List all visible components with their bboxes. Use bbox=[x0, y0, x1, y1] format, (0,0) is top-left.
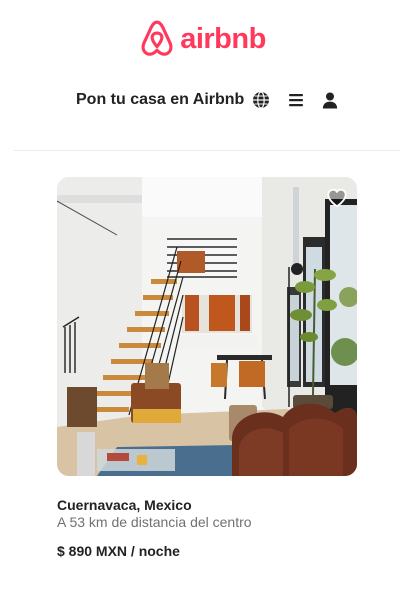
user-icon[interactable] bbox=[320, 90, 340, 110]
listing-card[interactable]: Cuernavaca, Mexico A 53 km de distancia … bbox=[57, 177, 357, 559]
header-divider bbox=[14, 150, 400, 151]
globe-icon[interactable] bbox=[251, 90, 271, 110]
listing-photo[interactable] bbox=[57, 177, 357, 476]
heart-outline-icon[interactable] bbox=[326, 187, 348, 209]
host-your-home-link[interactable]: Pon tu casa en Airbnb bbox=[76, 91, 244, 109]
listing-photo-image bbox=[57, 177, 357, 476]
listing-location: Cuernavaca, Mexico bbox=[57, 497, 192, 513]
airbnb-logo-icon bbox=[141, 20, 173, 56]
airbnb-logo[interactable]: airbnb bbox=[0, 20, 406, 58]
menu-icon[interactable] bbox=[286, 90, 306, 110]
listing-distance: A 53 km de distancia del centro bbox=[57, 514, 252, 530]
top-nav: Pon tu casa en Airbnb bbox=[0, 86, 406, 114]
airbnb-wordmark: airbnb bbox=[180, 22, 266, 55]
listing-price: $ 890 MXN / noche bbox=[57, 543, 180, 559]
